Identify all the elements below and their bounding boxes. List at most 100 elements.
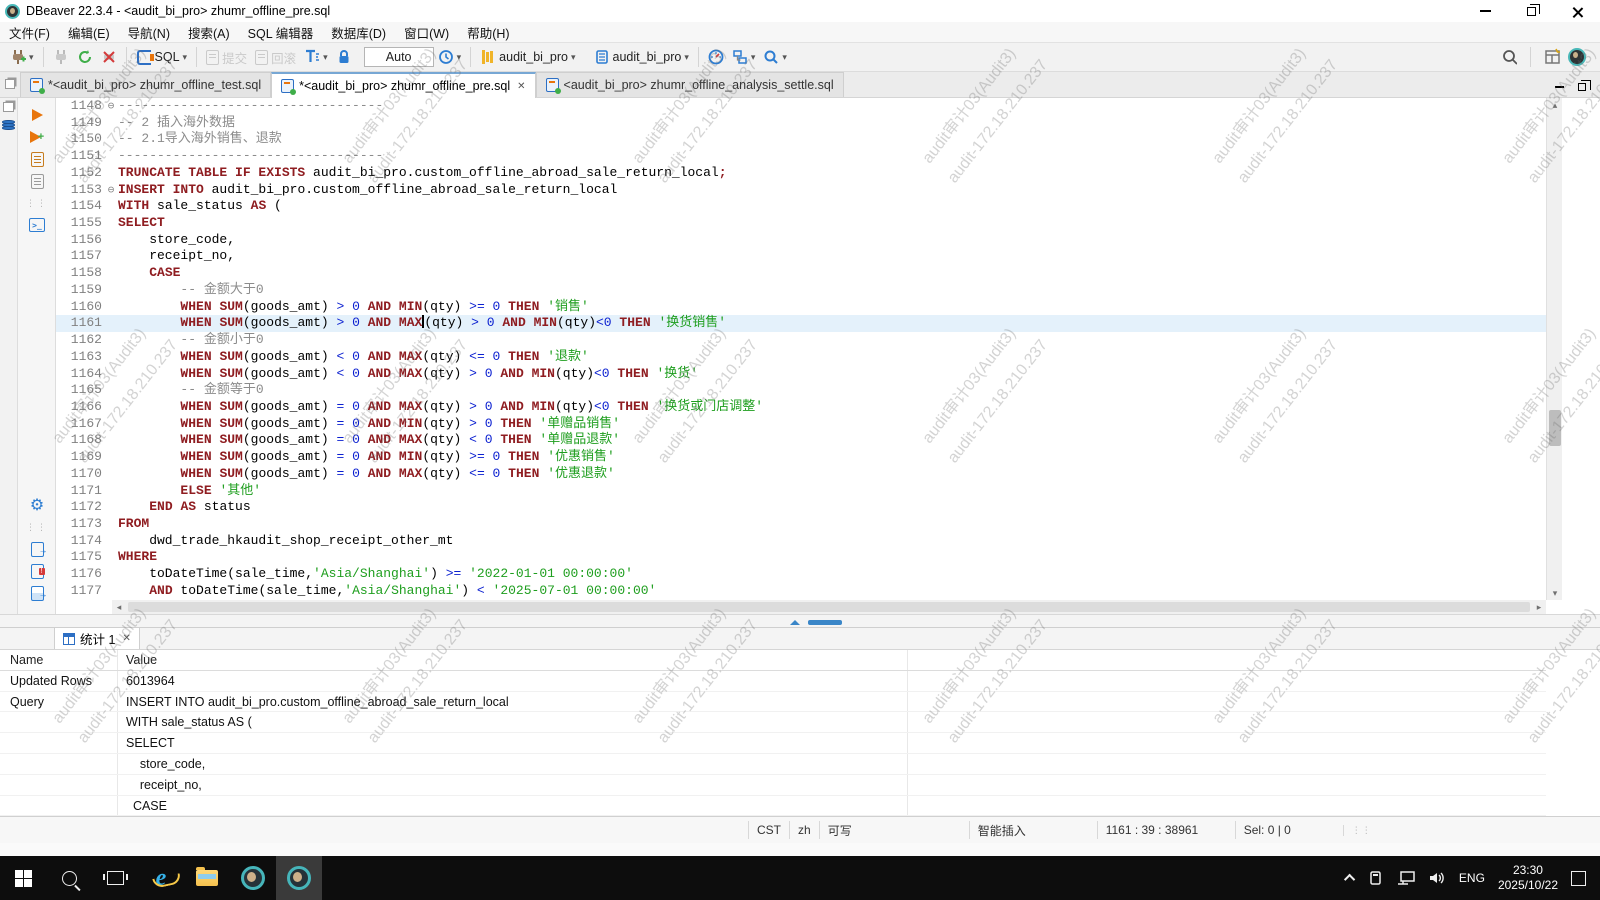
- scroll-down-icon[interactable]: ▾: [1547, 586, 1563, 600]
- code-line-1152[interactable]: 1152TRUNCATE TABLE IF EXISTS audit_bi_pr…: [56, 165, 1546, 182]
- code-line-1159[interactable]: 1159 -- 金额大于0: [56, 282, 1546, 299]
- execute-new-tab-button[interactable]: +: [18, 126, 56, 148]
- commit-mode-select[interactable]: Auto: [364, 47, 434, 67]
- rollback-button[interactable]: 回滚: [251, 45, 300, 69]
- editor-list-icon[interactable]: [0, 71, 20, 97]
- code-line-1164[interactable]: 1164 WHEN SUM(goods_amt) < 0 AND MAX(qty…: [56, 366, 1546, 383]
- input-language[interactable]: ENG: [1459, 871, 1485, 885]
- scroll-up-icon[interactable]: ▴: [1547, 98, 1563, 112]
- tab-zhumr-offline-analysis-settle[interactable]: <audit_bi_pro> zhumr_offline_analysis_se…: [536, 72, 844, 97]
- close-button[interactable]: [1554, 0, 1600, 22]
- open-console-button[interactable]: >_: [18, 214, 56, 236]
- export-result-button[interactable]: [18, 538, 56, 560]
- minimize-view-icon[interactable]: [1555, 86, 1564, 88]
- menu-navigate[interactable]: 导航(N): [119, 22, 179, 42]
- scrollbar-thumb[interactable]: [1549, 410, 1561, 446]
- code-line-1175[interactable]: 1175WHERE: [56, 549, 1546, 566]
- code-line-1162[interactable]: 1162 -- 金额小于0: [56, 332, 1546, 349]
- code-line-1155[interactable]: 1155SELECT: [56, 215, 1546, 232]
- database-selector[interactable]: audit_bi_pro ▾: [590, 45, 693, 69]
- explain-plan-button[interactable]: [18, 170, 56, 192]
- table-row[interactable]: store_code,: [0, 754, 1546, 775]
- panel-splitter[interactable]: [0, 614, 1600, 628]
- caret-position-status[interactable]: 1161 : 39 : 38961: [1097, 821, 1235, 839]
- lock-button[interactable]: [332, 45, 356, 69]
- commit-button[interactable]: 提交: [202, 45, 251, 69]
- table-row[interactable]: QueryINSERT INTO audit_bi_pro.custom_off…: [0, 692, 1546, 713]
- table-row[interactable]: Updated Rows6013964: [0, 671, 1546, 692]
- code-line-1168[interactable]: 1168 WHEN SUM(goods_amt) = 0 AND MAX(qty…: [56, 432, 1546, 449]
- code-line-1170[interactable]: 1170 WHEN SUM(goods_amt) = 0 AND MAX(qty…: [56, 466, 1546, 483]
- execute-statement-button[interactable]: [18, 104, 56, 126]
- code-line-1167[interactable]: 1167 WHEN SUM(goods_amt) = 0 AND MIN(qty…: [56, 416, 1546, 433]
- code-line-1154[interactable]: 1154WITH sale_status AS (: [56, 198, 1546, 215]
- tab-close-icon[interactable]: ✕: [515, 81, 525, 92]
- taskbar-search-button[interactable]: [46, 856, 92, 900]
- network-tray-icon[interactable]: [1397, 871, 1415, 885]
- fold-collapse-icon[interactable]: ⊖: [104, 99, 118, 116]
- menu-edit[interactable]: 编辑(E): [59, 22, 119, 42]
- code-line-1173[interactable]: 1173FROM: [56, 516, 1546, 533]
- connect-button[interactable]: [49, 45, 73, 69]
- quick-search-icon[interactable]: [1501, 49, 1517, 65]
- scrollbar-thumb[interactable]: [128, 602, 1530, 612]
- database-navigator-icon[interactable]: [2, 120, 15, 134]
- menu-file[interactable]: 文件(F): [0, 22, 59, 42]
- code-line-1156[interactable]: 1156 store_code,: [56, 232, 1546, 249]
- execute-script-button[interactable]: [18, 148, 56, 170]
- validate-script-button[interactable]: [18, 560, 56, 582]
- code-line-1160[interactable]: 1160 WHEN SUM(goods_amt) > 0 AND MIN(qty…: [56, 299, 1546, 316]
- network-button[interactable]: ▾: [728, 45, 760, 69]
- menu-sql-editor[interactable]: SQL 编辑器: [239, 22, 323, 42]
- connection-selector[interactable]: audit_bi_pro ▾: [476, 45, 579, 69]
- perspective-icon[interactable]: [1544, 49, 1560, 65]
- dbeaver-perspective-icon[interactable]: [1568, 48, 1586, 66]
- maximize-view-icon[interactable]: [1578, 83, 1586, 91]
- file-explorer-button[interactable]: [184, 856, 230, 900]
- sql-code-editor[interactable]: 1148⊖---------------------------------- 1…: [56, 98, 1546, 600]
- code-line-1148[interactable]: 1148⊖----------------------------------: [56, 98, 1546, 115]
- sash-handle[interactable]: [808, 620, 842, 625]
- action-center-icon[interactable]: [1571, 871, 1586, 886]
- code-line-1157[interactable]: 1157 receipt_no,: [56, 248, 1546, 265]
- tab-zhumr-offline-test[interactable]: *<audit_bi_pro> zhumr_offline_test.sql: [20, 72, 271, 97]
- scroll-right-icon[interactable]: ▸: [1532, 600, 1546, 614]
- restore-button[interactable]: [1508, 0, 1554, 22]
- editor-vertical-scrollbar[interactable]: ▴ ▾: [1546, 98, 1562, 600]
- menu-help[interactable]: 帮助(H): [458, 22, 518, 42]
- reconnect-button[interactable]: [73, 45, 97, 69]
- task-view-button[interactable]: [92, 856, 138, 900]
- dbeaver-taskbar-button[interactable]: [230, 856, 276, 900]
- new-connection-button[interactable]: ▾: [6, 45, 38, 69]
- touch-keyboard-icon[interactable]: [1368, 870, 1384, 886]
- dbeaver-taskbar-button-active[interactable]: [276, 856, 322, 900]
- code-line-1166[interactable]: 1166 WHEN SUM(goods_amt) = 0 AND MAX(qty…: [56, 399, 1546, 416]
- sash-collapse-icon[interactable]: [790, 620, 800, 625]
- code-line-1158[interactable]: 1158 CASE: [56, 265, 1546, 282]
- tab-zhumr-offline-pre[interactable]: *<audit_bi_pro> zhumr_offline_pre.sql ✕: [271, 72, 535, 98]
- disconnect-button[interactable]: [97, 45, 121, 69]
- code-line-1172[interactable]: 1172 END AS status: [56, 499, 1546, 516]
- export-grid-button[interactable]: [18, 582, 56, 604]
- restore-panel-icon[interactable]: [3, 102, 14, 112]
- minimize-button[interactable]: [1462, 0, 1508, 22]
- editor-horizontal-scrollbar[interactable]: ◂ ▸: [112, 600, 1546, 614]
- column-value[interactable]: Value: [118, 650, 908, 670]
- scroll-left-icon[interactable]: ◂: [112, 600, 126, 614]
- code-line-1165[interactable]: 1165 -- 金额等于0: [56, 382, 1546, 399]
- menu-window[interactable]: 窗口(W): [395, 22, 458, 42]
- tab-close-icon[interactable]: ✕: [120, 633, 130, 644]
- dashboard-button[interactable]: [704, 45, 728, 69]
- code-line-1150[interactable]: 1150-- 2.1导入海外销售、退款: [56, 131, 1546, 148]
- taskbar-clock[interactable]: 23:30 2025/10/22: [1498, 863, 1558, 893]
- code-line-1151[interactable]: 1151----------------------------------: [56, 148, 1546, 165]
- table-row[interactable]: WITH sale_status AS (: [0, 712, 1546, 733]
- code-line-1171[interactable]: 1171 ELSE '其他': [56, 483, 1546, 500]
- fold-collapse-icon[interactable]: ⊖: [104, 183, 118, 200]
- code-line-1174[interactable]: 1174 dwd_trade_hkaudit_shop_receipt_othe…: [56, 533, 1546, 550]
- column-name[interactable]: Name: [0, 650, 118, 670]
- code-line-1161[interactable]: 1161 WHEN SUM(goods_amt) > 0 AND MAX(qty…: [56, 315, 1546, 332]
- table-row[interactable]: receipt_no,: [0, 775, 1546, 796]
- search-dropdown-button[interactable]: ▾: [759, 45, 791, 69]
- volume-icon[interactable]: [1428, 870, 1446, 886]
